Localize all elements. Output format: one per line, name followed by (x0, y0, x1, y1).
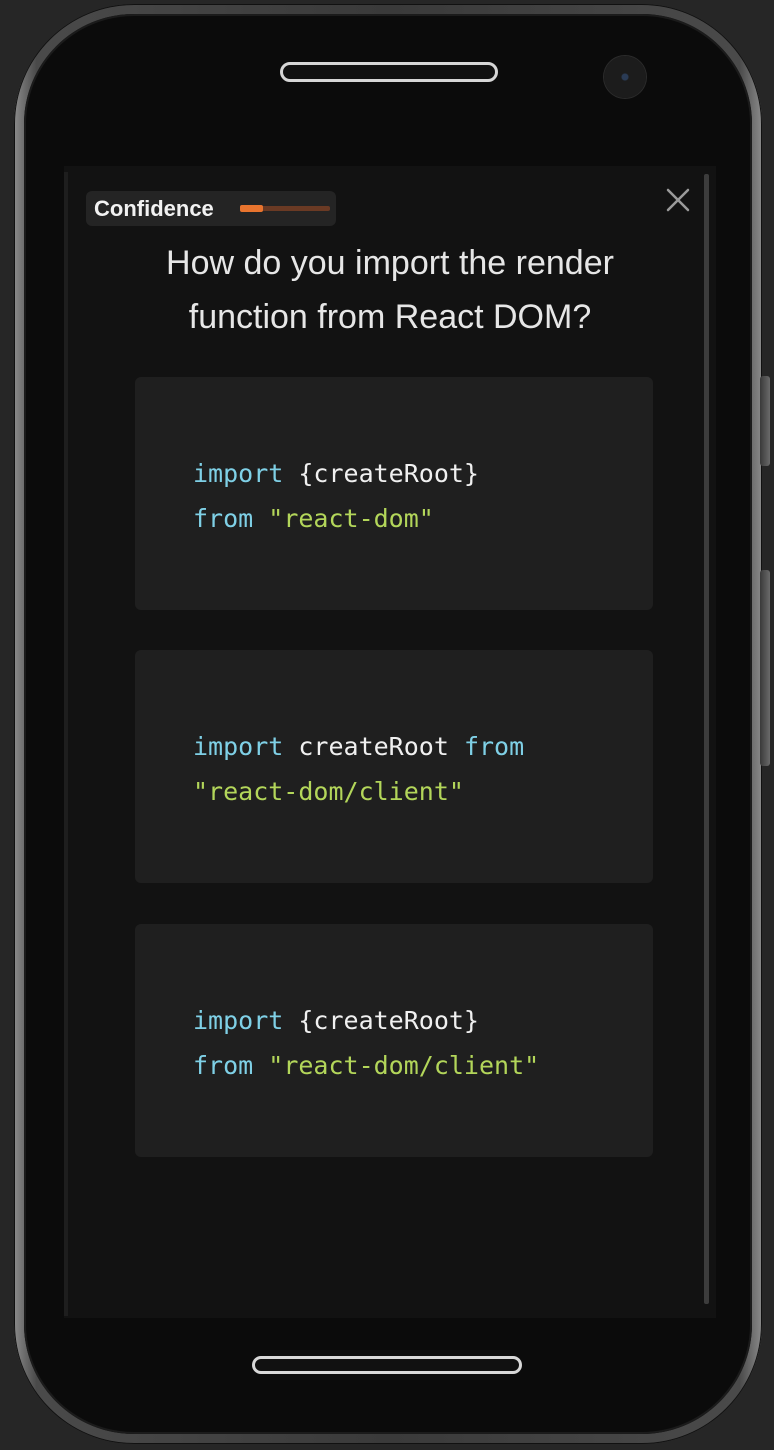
answer-option-3[interactable]: import {createRoot} from "react-dom/clien… (135, 924, 653, 1157)
code-keyword: import (193, 1006, 284, 1035)
screen-edge (64, 172, 68, 1316)
scrollbar[interactable] (704, 174, 709, 1304)
confidence-label: Confidence (94, 195, 214, 221)
answer-option-2[interactable]: import createRoot from "react-dom/client" (135, 650, 653, 883)
question-line: How do you import the render (166, 244, 614, 282)
code-keyword: from (463, 732, 525, 761)
speaker-grille (280, 62, 498, 82)
code-line: import {createRoot} (193, 451, 479, 496)
code-text: createRoot (283, 732, 464, 761)
code-string: "react-dom/client" (253, 1051, 540, 1080)
code-text: {createRoot} (283, 459, 479, 488)
front-camera (604, 56, 646, 98)
code-keyword: from (193, 1051, 254, 1080)
power-button (760, 570, 770, 766)
code-string: "react-dom" (253, 504, 434, 533)
code-line: "react-dom/client" (193, 769, 524, 814)
confidence-meter (240, 205, 330, 212)
volume-button (760, 376, 770, 466)
answer-option-1[interactable]: import {createRoot} from "react-dom" (135, 377, 653, 610)
close-icon (666, 188, 690, 212)
code-text: {createRoot} (283, 1006, 479, 1035)
question-line: function from React DOM? (188, 298, 592, 336)
question-title: How do you import the render function fr… (104, 236, 676, 344)
code-string: "react-dom/client" (193, 777, 464, 806)
close-button[interactable] (662, 184, 694, 216)
code-keyword: from (193, 504, 254, 533)
option-code: import createRoot from "react-dom/client" (193, 724, 524, 814)
home-indicator[interactable] (252, 1356, 522, 1374)
option-code: import {createRoot} from "react-dom" (193, 451, 479, 541)
code-line: from "react-dom/client" (193, 1043, 539, 1088)
code-line: from "react-dom" (193, 496, 479, 541)
quiz-screen: Confidence How do you import the render … (64, 166, 716, 1318)
confidence-meter-fill (240, 205, 263, 212)
code-keyword: import (193, 459, 284, 488)
confidence-badge: Confidence (86, 191, 336, 226)
code-keyword: import (193, 732, 284, 761)
option-code: import {createRoot} from "react-dom/clien… (193, 998, 539, 1088)
code-line: import createRoot from (193, 724, 524, 769)
code-line: import {createRoot} (193, 998, 539, 1043)
